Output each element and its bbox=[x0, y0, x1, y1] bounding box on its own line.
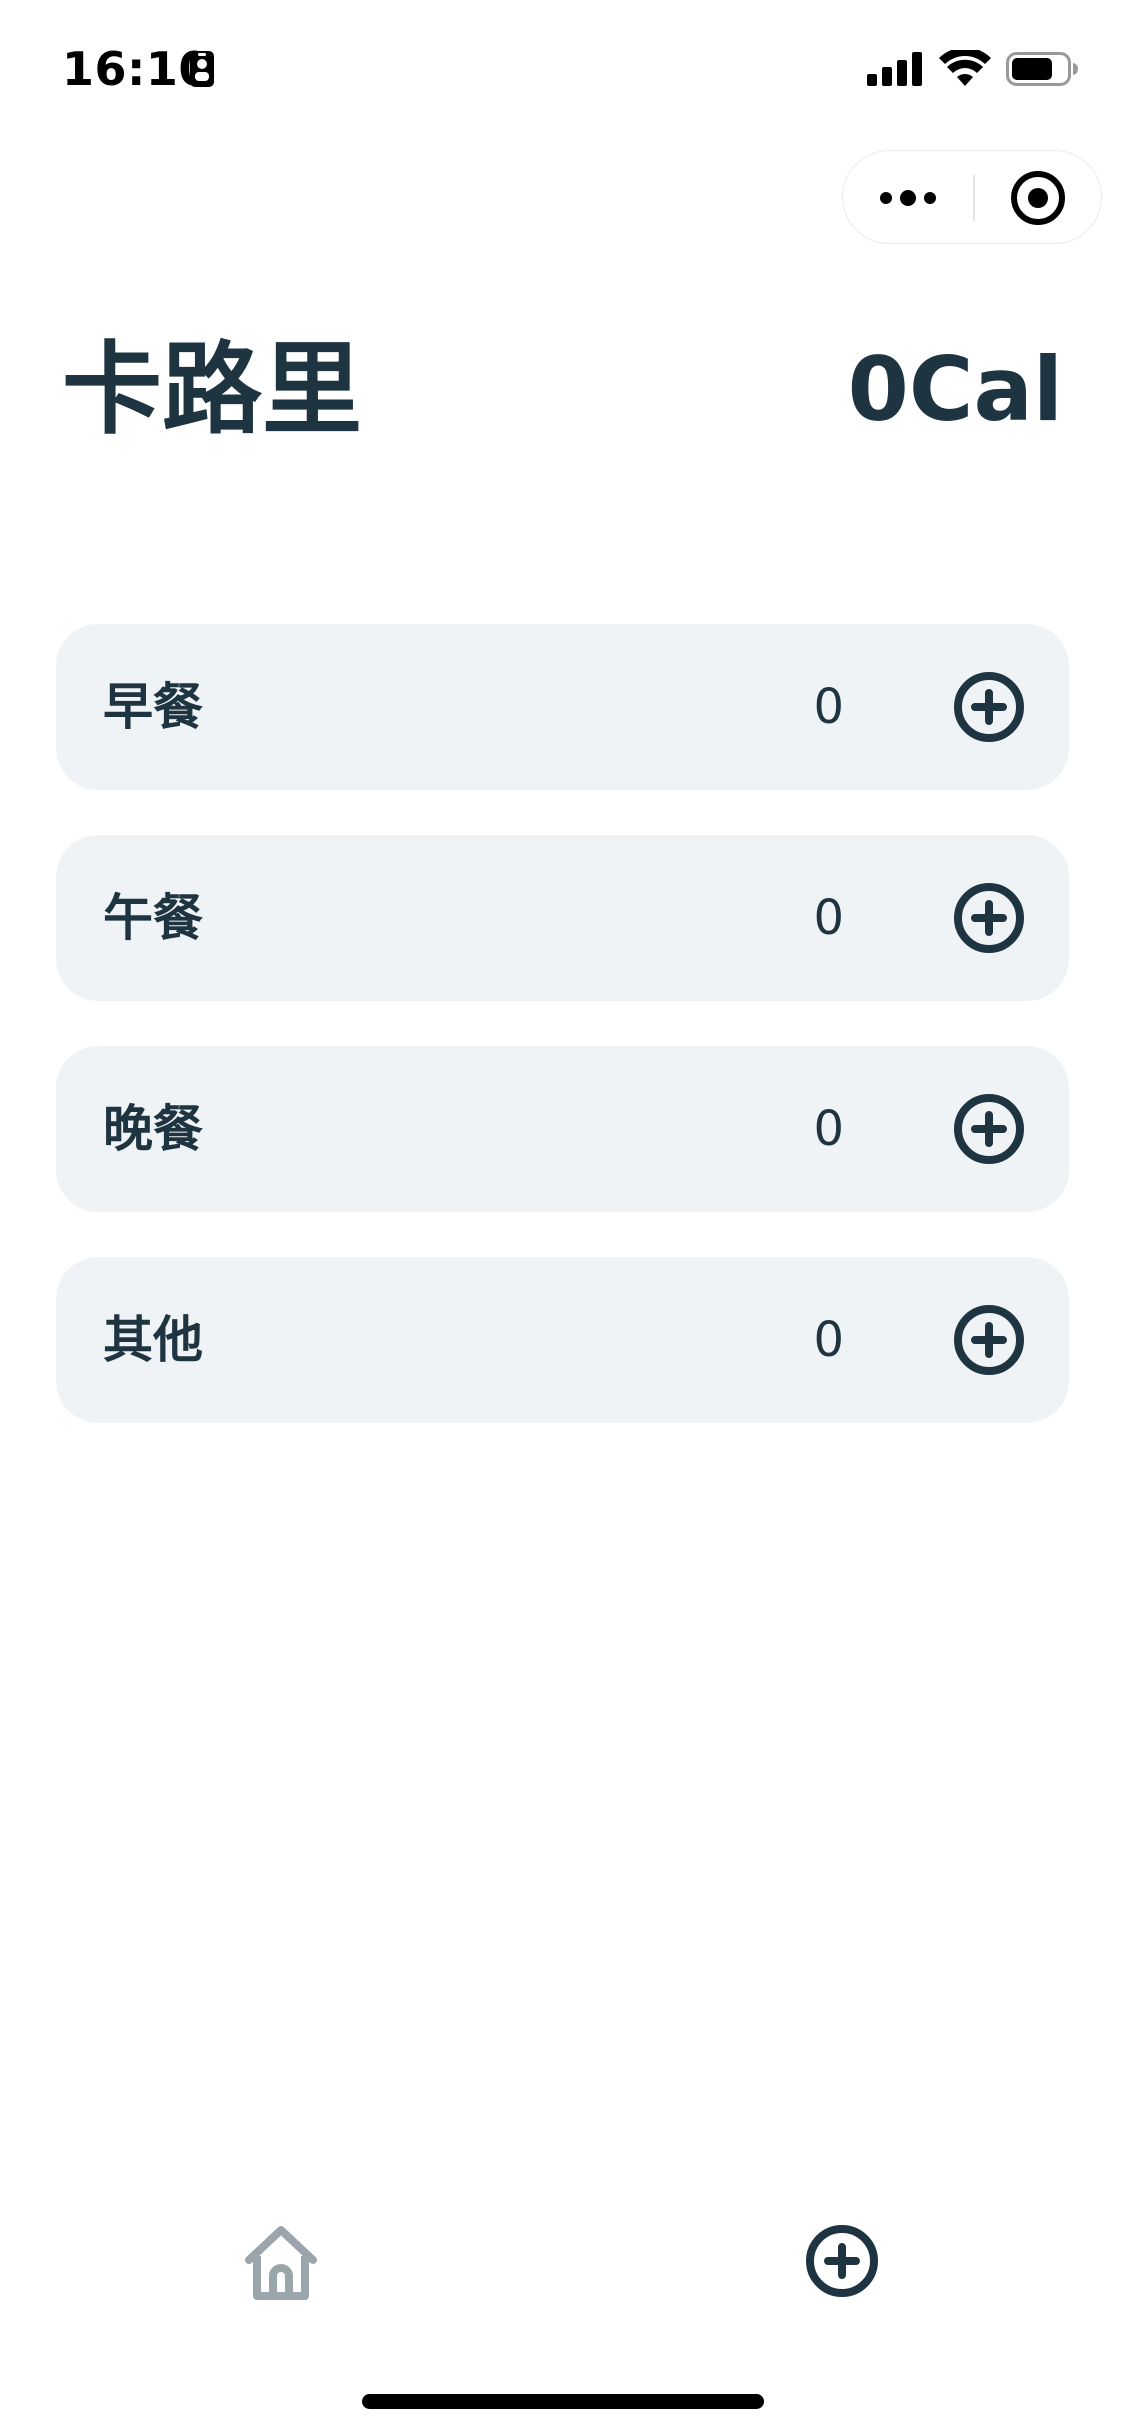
miniprogram-capsule bbox=[842, 150, 1102, 244]
meal-label: 午餐 bbox=[103, 889, 203, 947]
plus-circle-icon[interactable] bbox=[953, 671, 1025, 743]
battery-icon bbox=[1006, 52, 1078, 86]
home-icon[interactable] bbox=[241, 2222, 321, 2302]
plus-circle-icon[interactable] bbox=[953, 882, 1025, 954]
wifi-icon bbox=[939, 50, 991, 86]
meal-card-other: 其他 0 bbox=[56, 1257, 1069, 1423]
page-title: 卡路里 bbox=[62, 331, 362, 448]
header: 卡路里 0Cal bbox=[62, 325, 1063, 455]
plus-circle-icon[interactable] bbox=[953, 1093, 1025, 1165]
home-indicator bbox=[362, 2394, 764, 2409]
plus-circle-icon[interactable] bbox=[953, 1304, 1025, 1376]
meal-calories: 0 bbox=[813, 1101, 844, 1157]
signal-icon bbox=[867, 52, 922, 86]
meal-card-dinner: 晚餐 0 bbox=[56, 1046, 1069, 1212]
more-button[interactable] bbox=[843, 151, 973, 245]
meal-label: 其他 bbox=[103, 1311, 203, 1369]
plus-circle-icon[interactable] bbox=[805, 2224, 879, 2298]
meal-label: 晚餐 bbox=[103, 1100, 203, 1158]
meal-calories: 0 bbox=[813, 1312, 844, 1368]
more-icon bbox=[880, 190, 936, 206]
status-bar: 16:10 bbox=[0, 0, 1125, 140]
meal-label: 早餐 bbox=[103, 678, 203, 736]
close-miniprogram-button[interactable] bbox=[974, 151, 1102, 245]
meal-list: 早餐 0 午餐 0 晚餐 0 其他 0 bbox=[56, 624, 1069, 1468]
close-target-icon bbox=[1011, 171, 1065, 225]
tab-bar bbox=[0, 2200, 1125, 2340]
total-calories: 0Cal bbox=[847, 338, 1063, 441]
meal-card-breakfast: 早餐 0 bbox=[56, 624, 1069, 790]
id-badge-icon bbox=[190, 51, 214, 87]
meal-card-lunch: 午餐 0 bbox=[56, 835, 1069, 1001]
meal-calories: 0 bbox=[813, 890, 844, 946]
meal-calories: 0 bbox=[813, 679, 844, 735]
